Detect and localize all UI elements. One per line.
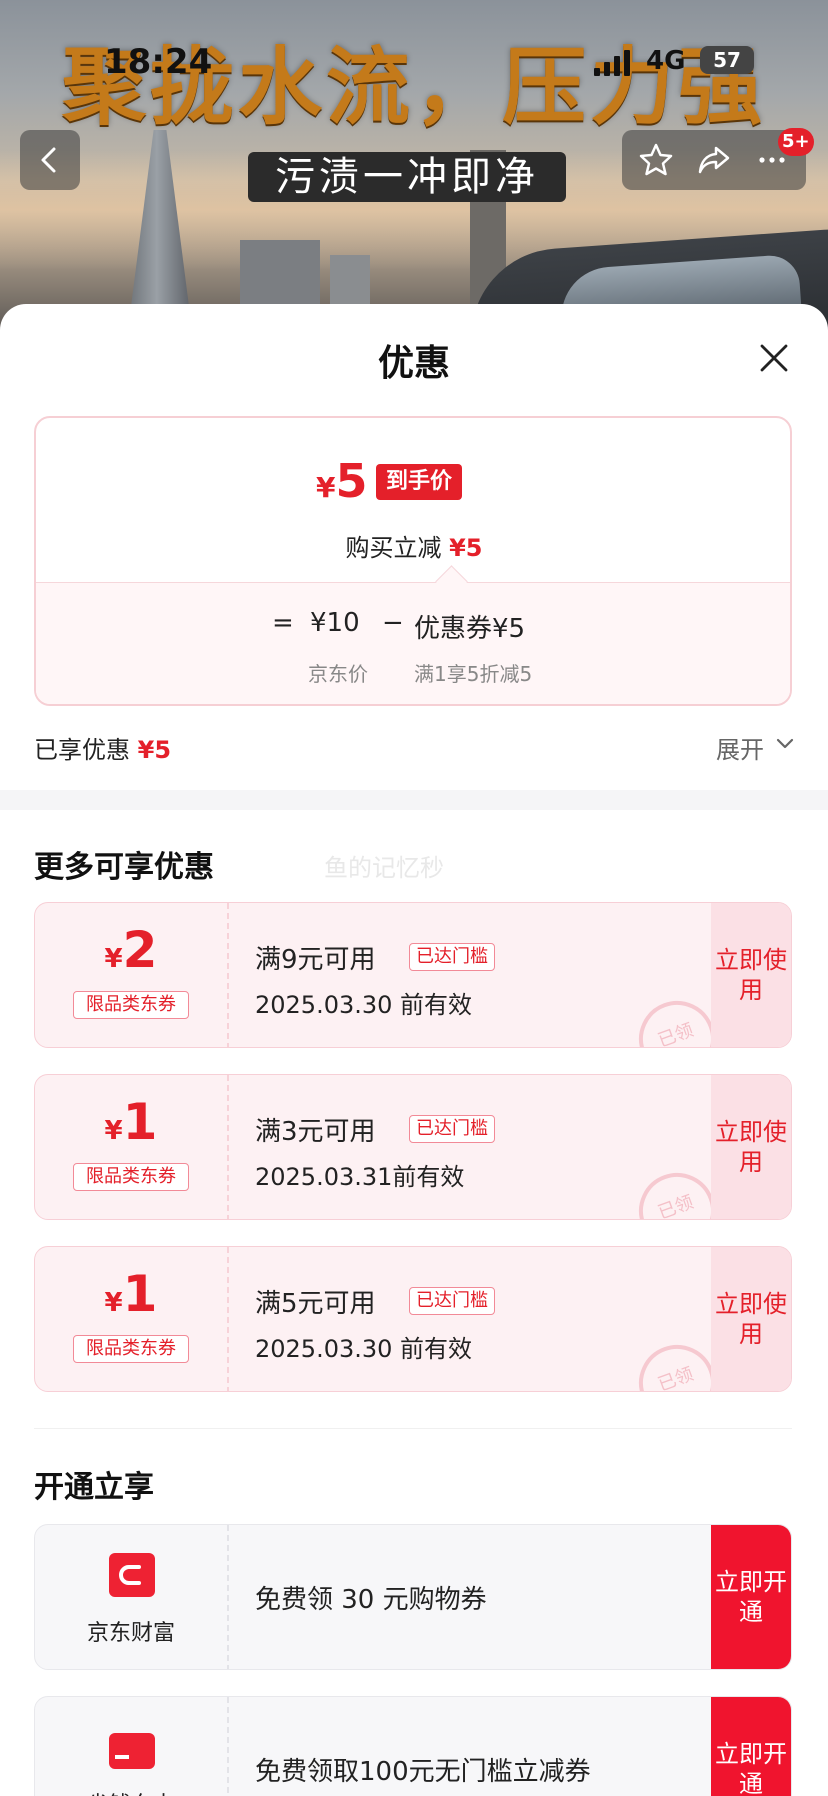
coupon-validity: 2025.03.30 前有效: [255, 991, 473, 1019]
discount-sheet: 优惠 ¥5 到手价 购买立减 ¥5 = ¥10 − 优惠券¥5 京东价 满1享5…: [0, 304, 828, 1796]
jd-price: ¥10: [310, 608, 360, 638]
banner-subline: 污渍一冲即净: [248, 152, 566, 202]
coupon-condition: 满5元可用: [255, 1289, 376, 1319]
use-now-button[interactable]: 立即使用: [711, 903, 791, 1047]
calc-equals: =: [272, 608, 294, 638]
open-now-button[interactable]: 立即开通: [711, 1697, 791, 1796]
open-benefit-name: 省钱东卡: [35, 1787, 227, 1796]
enjoyed-discount: 已享优惠 ¥5: [34, 730, 171, 765]
expand-button[interactable]: 展开: [716, 730, 794, 765]
enjoyed-label: 已享优惠: [34, 736, 130, 764]
chevron-left-icon: [41, 147, 56, 173]
coupon-type: 限品类东券: [73, 1335, 189, 1363]
open-benefit-card[interactable]: 京东财富 免费领 30 元购物券 立即开通: [34, 1524, 792, 1670]
open-benefit-card[interactable]: 省钱东卡 免费领取100元无门槛立减券 立即开通: [34, 1696, 792, 1796]
coupon-amount-value: 2: [122, 921, 158, 979]
coupon-amount-value: 1: [122, 1093, 158, 1151]
sheet-title: 优惠: [377, 343, 450, 384]
open-benefit-text: 免费领 30 元购物券: [255, 1585, 487, 1615]
coupon-validity: 2025.03.31前有效: [255, 1163, 465, 1191]
card-logo-icon: [109, 1733, 155, 1769]
open-benefit-brand: [35, 1525, 229, 1669]
more-discounts-title: 更多可享优惠: [34, 850, 214, 885]
final-price-value: 5: [335, 454, 368, 508]
coupon-card[interactable]: ¥1 限品类东券 满5元可用 已达门槛 2025.03.30 前有效 已领 立即…: [34, 1246, 792, 1392]
expand-label: 展开: [716, 736, 764, 764]
coupon-part: 优惠券¥5: [414, 614, 526, 644]
back-button[interactable]: [20, 130, 80, 190]
open-benefits-title: 开通立享: [34, 1470, 154, 1505]
jd-price-label: 京东价: [308, 662, 368, 686]
coupon-amount-value: 1: [122, 1265, 158, 1323]
battery-icon: 57: [700, 46, 754, 74]
coupon-validity: 2025.03.30 前有效: [255, 1335, 473, 1363]
instant-discount-value: ¥5: [449, 534, 483, 562]
network-type: 4G: [646, 46, 686, 76]
open-now-button[interactable]: 立即开通: [711, 1525, 791, 1669]
coupon-type: 限品类东券: [73, 1163, 189, 1191]
threshold-reached-tag: 已达门槛: [409, 1115, 495, 1143]
coupon-amount: ¥1: [104, 1093, 158, 1151]
jd-wealth-logo-icon: [109, 1553, 155, 1597]
final-price: ¥5: [316, 454, 368, 508]
coupon-amount: ¥1: [104, 1265, 158, 1323]
currency-symbol: ¥: [316, 471, 336, 504]
coupon-type: 限品类东券: [73, 991, 189, 1019]
threshold-reached-tag: 已达门槛: [409, 943, 495, 971]
coupon-condition: 满9元可用: [255, 945, 376, 975]
coupon-amount: ¥2: [104, 921, 158, 979]
enjoyed-value: ¥5: [137, 736, 172, 764]
watermark: 鱼的记忆秒: [324, 854, 444, 882]
coupon-card[interactable]: ¥1 限品类东券 满3元可用 已达门槛 2025.03.31前有效 已领 立即使…: [34, 1074, 792, 1220]
final-price-tag: 到手价: [376, 464, 463, 500]
status-time: 18:24: [104, 42, 213, 82]
price-summary-card: ¥5 到手价 购买立减 ¥5 = ¥10 − 优惠券¥5 京东价 满1享5折减5: [34, 416, 792, 706]
calc-minus: −: [382, 608, 404, 638]
use-now-button[interactable]: 立即使用: [711, 1075, 791, 1219]
signal-icon: [594, 46, 634, 76]
use-now-button[interactable]: 立即使用: [711, 1247, 791, 1391]
coupon-rule: 满1享5折减5: [414, 662, 533, 686]
open-benefit-text: 免费领取100元无门槛立减券: [255, 1757, 591, 1787]
close-icon[interactable]: [756, 340, 792, 376]
open-benefit-name: 京东财富: [86, 1621, 175, 1646]
instant-discount-label: 购买立减: [345, 534, 442, 562]
instant-discount: 购买立减 ¥5: [36, 528, 790, 563]
chevron-down-icon: [776, 738, 794, 749]
share-icon[interactable]: [696, 142, 732, 178]
coupon-condition: 满3元可用: [255, 1117, 376, 1147]
section-separator: [34, 1428, 792, 1429]
star-icon[interactable]: [638, 142, 674, 178]
section-divider: [0, 790, 828, 810]
threshold-reached-tag: 已达门槛: [409, 1287, 495, 1315]
coupon-card[interactable]: ¥2 限品类东券 满9元可用 已达门槛 2025.03.30 前有效 已领 立即…: [34, 902, 792, 1048]
message-count-badge: 5+: [778, 128, 814, 156]
